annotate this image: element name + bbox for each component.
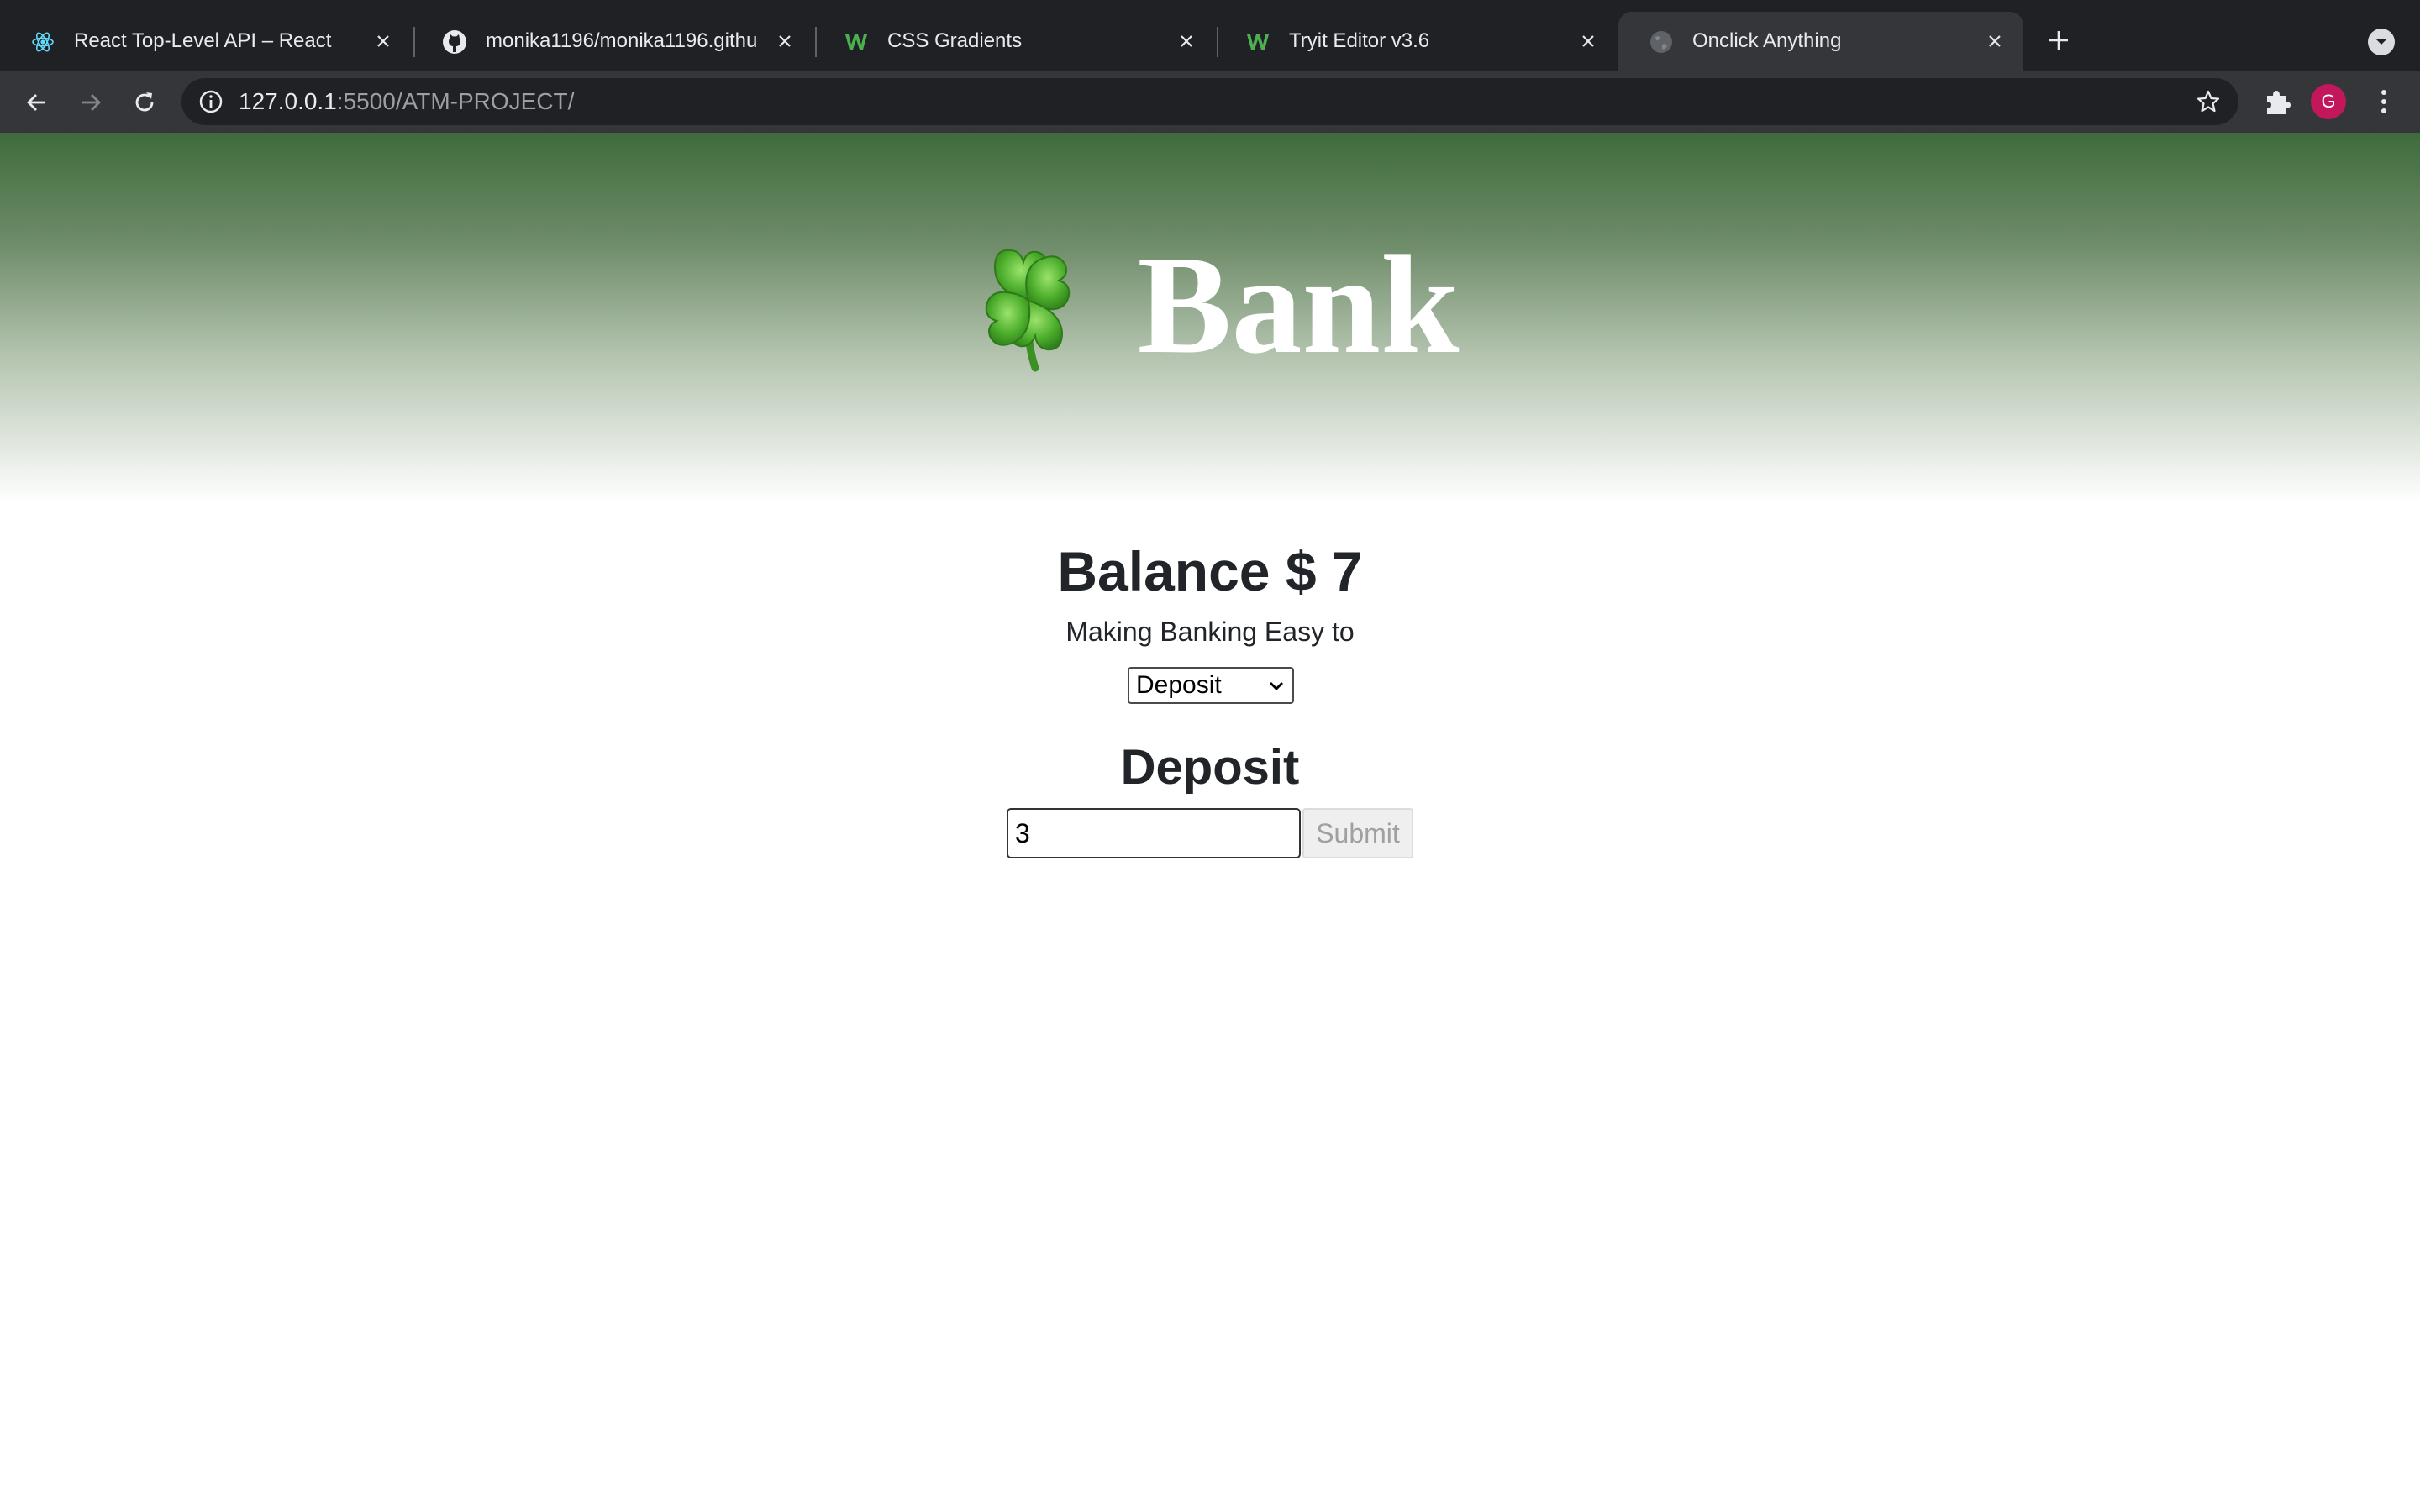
tab-tryit-editor[interactable]: Tryit Editor v3.6 bbox=[1215, 12, 1617, 71]
tab-onclick-anything[interactable]: Onclick Anything bbox=[1618, 12, 2023, 71]
w3schools-icon bbox=[1245, 29, 1270, 55]
react-icon bbox=[30, 29, 55, 55]
page-content: Bank Balance $ 7 Making Banking Easy to … bbox=[0, 133, 2420, 1512]
globe-icon bbox=[1649, 29, 1674, 55]
browser-toolbar: 127.0.0.1:5500/ATM-PROJECT/ G bbox=[0, 71, 2420, 133]
tagline-text: Making Banking Easy to bbox=[1065, 617, 1355, 647]
tab-title: CSS Gradients bbox=[887, 29, 1023, 52]
url-host: 127.0.0.1 bbox=[239, 88, 337, 114]
four-leaf-clover-icon bbox=[985, 249, 1070, 372]
close-icon[interactable] bbox=[1173, 28, 1200, 55]
profile-avatar[interactable]: G bbox=[2311, 84, 2346, 119]
close-icon[interactable] bbox=[1981, 28, 2008, 55]
url-path: :5500/ATM-PROJECT/ bbox=[336, 88, 575, 114]
amount-value: 3 bbox=[1015, 818, 1030, 848]
chevron-down-icon bbox=[1270, 682, 1283, 690]
tab-react-api[interactable]: React Top-Level API – React bbox=[0, 12, 412, 71]
selected-option: Deposit bbox=[1136, 671, 1222, 699]
arrow-left-icon bbox=[27, 94, 45, 111]
new-tab-button[interactable] bbox=[2042, 24, 2075, 57]
bank-title: Bank bbox=[1137, 227, 1460, 383]
balance-heading: Balance $ 7 bbox=[1057, 540, 1363, 602]
submit-button[interactable]: Submit bbox=[1302, 808, 1413, 858]
reload-button[interactable] bbox=[126, 84, 163, 121]
chevron-down-icon bbox=[2376, 39, 2386, 45]
address-bar[interactable]: 127.0.0.1:5500/ATM-PROJECT/ bbox=[182, 78, 2238, 125]
tab-css-gradients[interactable]: CSS Gradients bbox=[813, 12, 1215, 71]
reload-icon bbox=[135, 92, 154, 112]
brand: Bank bbox=[0, 234, 2420, 376]
extensions-puzzle-icon[interactable] bbox=[2260, 86, 2292, 118]
forward-button[interactable] bbox=[72, 84, 109, 121]
bookmark-star-icon[interactable] bbox=[2195, 88, 2222, 115]
amount-input[interactable]: 3 bbox=[1007, 808, 1301, 858]
tab-title: Tryit Editor v3.6 bbox=[1289, 29, 1430, 52]
close-icon[interactable] bbox=[1575, 28, 1602, 55]
tab-title: React Top-Level API – React bbox=[74, 29, 332, 52]
back-button[interactable] bbox=[18, 84, 55, 121]
github-icon bbox=[442, 29, 467, 55]
tab-search-button[interactable] bbox=[2368, 29, 2395, 55]
bank-header: Bank bbox=[0, 133, 2420, 502]
deposit-heading: Deposit bbox=[1120, 740, 1300, 795]
tab-title: monika1196/monika1196.githu bbox=[486, 29, 758, 52]
arrow-right-icon bbox=[82, 94, 101, 111]
tab-github[interactable]: monika1196/monika1196.githu bbox=[412, 12, 813, 71]
w3schools-icon bbox=[844, 29, 869, 55]
tab-strip: React Top-Level API – React monika1196/m… bbox=[0, 0, 2420, 71]
info-icon[interactable] bbox=[198, 89, 224, 114]
kebab-menu-icon[interactable] bbox=[2368, 86, 2400, 118]
close-icon[interactable] bbox=[771, 28, 798, 55]
url-text: 127.0.0.1:5500/ATM-PROJECT/ bbox=[239, 78, 574, 125]
tab-title: Onclick Anything bbox=[1692, 29, 1842, 52]
close-icon[interactable] bbox=[370, 28, 397, 55]
transaction-type-select[interactable]: Deposit bbox=[1128, 667, 1294, 704]
plus-icon bbox=[2049, 31, 2068, 50]
